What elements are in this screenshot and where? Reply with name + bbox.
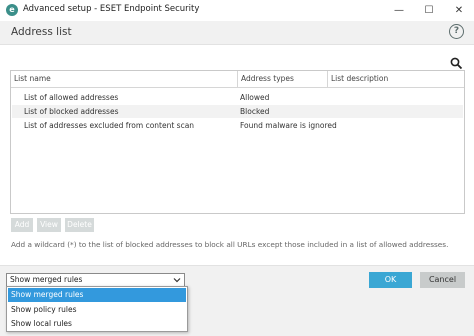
- rules-view-dropdown: Show merged rules Show policy rules Show…: [6, 286, 188, 332]
- option-show-policy-rules[interactable]: Show policy rules: [8, 303, 186, 317]
- page-title: Address list: [11, 26, 72, 38]
- table-row[interactable]: List of blocked addresses Blocked: [12, 105, 463, 118]
- table-row[interactable]: List of allowed addresses Allowed: [12, 91, 463, 104]
- minimize-button[interactable]: —: [384, 0, 414, 21]
- column-header-list-description[interactable]: List description: [327, 71, 461, 87]
- dialog-header: Address list ?: [0, 21, 474, 45]
- view-button[interactable]: View: [37, 218, 61, 232]
- cell-address-type: Allowed: [240, 93, 270, 102]
- option-show-local-rules[interactable]: Show local rules: [8, 317, 186, 331]
- table-row[interactable]: List of addresses excluded from content …: [12, 119, 463, 132]
- close-button[interactable]: ✕: [444, 0, 474, 21]
- rules-view-select[interactable]: Show merged rules: [6, 273, 185, 287]
- cell-address-type: Blocked: [240, 107, 270, 116]
- ok-button[interactable]: OK: [369, 272, 412, 288]
- column-header-list-name[interactable]: List name: [11, 71, 238, 87]
- cell-list-name: List of addresses excluded from content …: [24, 121, 195, 130]
- delete-button[interactable]: Delete: [65, 218, 94, 232]
- option-show-merged-rules[interactable]: Show merged rules: [8, 288, 186, 302]
- search-icon[interactable]: [450, 57, 463, 70]
- chevron-down-icon: [173, 278, 181, 283]
- add-button[interactable]: Add: [11, 218, 33, 232]
- cell-address-type: Found malware is ignored: [240, 121, 337, 130]
- table-header: List name Address types List description: [11, 71, 464, 88]
- wildcard-hint: Add a wildcard (*) to the list of blocke…: [11, 240, 449, 249]
- cancel-button[interactable]: Cancel: [420, 272, 465, 288]
- eset-logo-icon: e: [6, 4, 18, 16]
- cell-list-name: List of blocked addresses: [24, 107, 119, 116]
- help-icon[interactable]: ?: [449, 24, 464, 39]
- cell-list-name: List of allowed addresses: [24, 93, 119, 102]
- rules-view-select-value: Show merged rules: [10, 275, 83, 284]
- window-title: Advanced setup - ESET Endpoint Security: [23, 4, 200, 14]
- column-header-address-types[interactable]: Address types: [237, 71, 325, 87]
- maximize-button[interactable]: ☐: [414, 0, 444, 21]
- address-list-table: List name Address types List description…: [10, 70, 465, 214]
- title-bar: e Advanced setup - ESET Endpoint Securit…: [0, 0, 474, 22]
